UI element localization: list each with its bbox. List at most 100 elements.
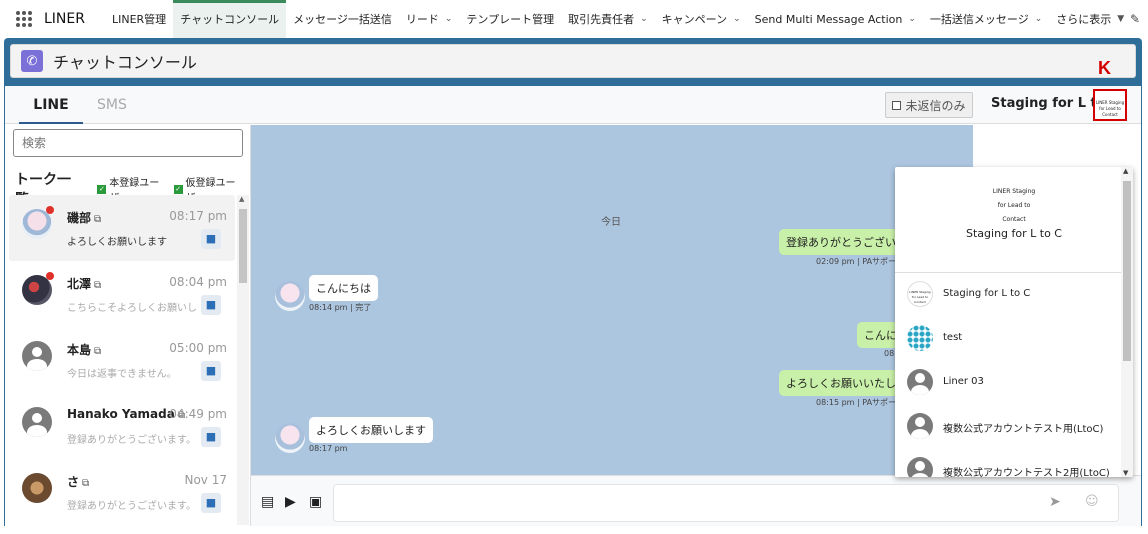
scroll-down-icon[interactable]: ▼: [1123, 469, 1128, 477]
chevron-down-icon[interactable]: ⌄: [640, 14, 648, 24]
account-option[interactable]: LINER Staging for Lead to Contact Stagin…: [895, 273, 1133, 317]
contact-name: 本島: [67, 343, 92, 357]
contact-preview: 登録ありがとうございます。: [67, 435, 196, 446]
avatar: LINER Staging for Lead to Contact: [907, 281, 933, 307]
android-icon: ■: [201, 361, 221, 381]
avatar: [907, 457, 933, 477]
nav-contacts[interactable]: 取引先責任者 ⌄: [561, 0, 655, 38]
chat-history: 今日 登録ありがとうございます 02:09 pm | PAサポー こんにちは 0…: [251, 125, 973, 475]
android-icon: ■: [201, 427, 221, 447]
checkmark-icon[interactable]: ✓: [97, 184, 107, 194]
pencil-icon[interactable]: ✎: [1130, 12, 1140, 26]
talk-list-sidebar: トーク一覧 ✓本登録ユーザ ✓仮登録ユーザ 磯部⧉ 08:17 pm よろしくお…: [5, 125, 251, 526]
app-launcher-icon[interactable]: [16, 11, 32, 27]
scrollbar-thumb[interactable]: [239, 209, 247, 283]
contact-time: 08:17 pm: [169, 209, 227, 223]
scrollbar-thumb[interactable]: [1123, 181, 1131, 361]
nav-leads[interactable]: リード ⌄: [399, 0, 460, 38]
account-option[interactable]: test: [895, 317, 1133, 361]
nav-template-admin[interactable]: テンプレート管理: [459, 0, 561, 38]
contact-preview: 今日は返事できません。: [67, 369, 177, 380]
page-header: ✆ チャットコンソール: [10, 44, 1136, 78]
account-logo: LINER Staging for Lead to Contact: [992, 188, 1036, 223]
external-link-icon[interactable]: ⧉: [94, 280, 101, 291]
account-option[interactable]: 複数公式アカウントテスト2用(LtoC): [895, 449, 1133, 477]
message-bubble-incoming: よろしくお願いします: [309, 417, 433, 443]
image-icon[interactable]: ▣: [309, 494, 322, 510]
contact-time: Nov 17: [184, 473, 227, 487]
message-meta: 08: [884, 349, 895, 358]
contact-time: 08:04 pm: [169, 275, 227, 289]
contact-preview: 登録ありがとうございます。: [67, 501, 196, 512]
list-item[interactable]: さ ⧉ Nov 17 登録ありがとうございます。 ■: [9, 459, 235, 525]
android-icon: ■: [201, 229, 221, 249]
list-item[interactable]: 磯部 ⧉ 08:17 pm よろしくお願いします ■: [9, 195, 235, 261]
account-option[interactable]: Liner 03: [895, 361, 1133, 405]
account-option-label: Liner 03: [943, 376, 984, 387]
message-bubble-outgoing: よろしくお願いいたしま: [779, 370, 914, 396]
channel-tab-bar: LINE SMS 未返信のみ Staging for L to C LINER …: [5, 86, 1141, 124]
account-dropdown: LINER Staging for Lead to Contact Stagin…: [895, 167, 1133, 477]
message-input[interactable]: [333, 484, 1119, 522]
message-meta: 02:09 pm | PAサポー: [816, 257, 897, 266]
date-separator: 今日: [601, 217, 621, 228]
contact-name: 北澤: [67, 277, 92, 291]
external-link-icon[interactable]: ⧉: [94, 214, 101, 225]
contact-list-scrollbar[interactable]: ▲: [237, 195, 249, 525]
chevron-down-icon[interactable]: ⌄: [908, 14, 916, 24]
annotation-marker: K: [1098, 58, 1111, 78]
tab-sms[interactable]: SMS: [97, 86, 137, 124]
bot-icon[interactable]: ☺: [1085, 494, 1099, 509]
avatar: [907, 325, 933, 351]
top-navigation: LINER LINER管理 チャットコンソール メッセージ一括送信 リード ⌄ テ…: [0, 0, 1148, 38]
chevron-down-icon[interactable]: ⌄: [445, 14, 453, 24]
contact-time: 05:00 pm: [169, 341, 227, 355]
message-meta: 08:15 pm | PAサポー: [816, 398, 897, 407]
list-item[interactable]: Hanako Yamada ⧉ 04:49 pm 登録ありがとうございます。 ■: [9, 393, 235, 459]
caret-down-icon[interactable]: ▼: [1117, 14, 1124, 24]
account-option[interactable]: 複数公式アカウントテスト用(LtoC): [895, 405, 1133, 449]
tab-line[interactable]: LINE: [19, 86, 83, 124]
chevron-down-icon[interactable]: ⌄: [733, 14, 741, 24]
scroll-up-icon[interactable]: ▲: [239, 195, 244, 203]
nav-campaigns[interactable]: キャンペーン ⌄: [655, 0, 748, 38]
nav-bulk-message[interactable]: メッセージ一括送信: [286, 0, 399, 38]
nav-send-multi-message[interactable]: Send Multi Message Action ⌄: [748, 0, 923, 38]
console-panel: LINE SMS 未返信のみ Staging for L to C LINER …: [5, 86, 1141, 526]
list-item[interactable]: 本島 ⧉ 05:00 pm 今日は返事できません。 ■: [9, 327, 235, 393]
unread-indicator: [46, 206, 54, 214]
avatar: [275, 423, 305, 453]
list-item[interactable]: 北澤 ⧉ 08:04 pm こちらこそよろしくお願いし... ■: [9, 261, 235, 327]
account-option-label: 複数公式アカウントテスト用(LtoC): [943, 424, 1104, 435]
avatar: [275, 281, 305, 311]
contact-preview: よろしくお願いします: [67, 237, 167, 248]
nav-more[interactable]: さらに表示 ▼: [1049, 0, 1131, 38]
avatar: [907, 369, 933, 395]
android-icon: ■: [201, 295, 221, 315]
speech-bubble-icon[interactable]: ▤: [261, 494, 274, 510]
chevron-down-icon[interactable]: ⌄: [1035, 14, 1043, 24]
dropdown-header: LINER Staging for Lead to Contact Stagin…: [895, 179, 1133, 273]
nav-liner-admin[interactable]: LINER管理: [105, 0, 173, 38]
external-link-icon[interactable]: ⧉: [94, 346, 101, 357]
nav-bulk-sent-messages[interactable]: 一括送信メッセージ ⌄: [923, 0, 1049, 38]
avatar: [22, 407, 52, 437]
contact-time: 04:49 pm: [169, 407, 227, 421]
contact-list: 磯部 ⧉ 08:17 pm よろしくお願いします ■ 北澤 ⧉ 08:04 pm こ…: [9, 195, 235, 525]
contact-name: さ: [67, 475, 80, 489]
contact-name: 磯部: [67, 211, 92, 225]
avatar: [22, 473, 52, 503]
send-icon[interactable]: ➤: [1049, 494, 1061, 510]
video-camera-icon[interactable]: ▶: [285, 494, 296, 510]
checkbox[interactable]: [892, 100, 902, 110]
dropdown-scrollbar[interactable]: ▲ ▼: [1121, 167, 1133, 477]
unread-only-toggle[interactable]: 未返信のみ: [885, 92, 973, 118]
scroll-up-icon[interactable]: ▲: [1123, 167, 1128, 175]
app-name: LINER: [44, 11, 85, 27]
nav-chat-console[interactable]: チャットコンソール: [173, 0, 287, 38]
account-switcher-button[interactable]: LINER Staging for Lead to Contact: [1093, 89, 1127, 121]
search-input[interactable]: [13, 129, 243, 157]
message-composer: ▤ ▶ ▣ ➤ ☺: [251, 475, 1141, 526]
checkmark-icon[interactable]: ✓: [173, 184, 183, 194]
external-link-icon[interactable]: ⧉: [82, 478, 89, 489]
